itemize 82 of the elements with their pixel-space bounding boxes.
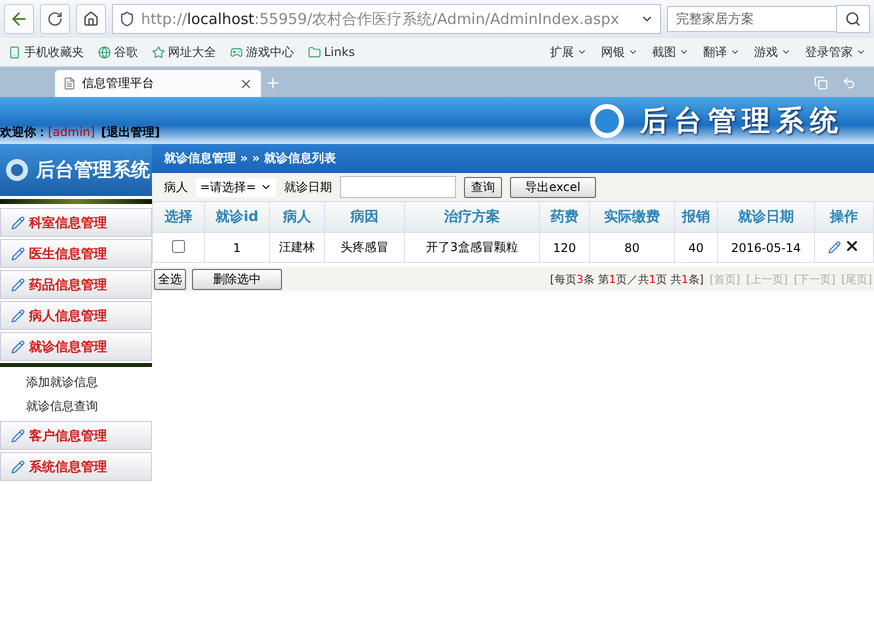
bookmark-icon: [98, 46, 111, 58]
patient-label: 病人: [164, 178, 188, 196]
column-header: 实际缴费: [590, 202, 674, 232]
bookmark-icon: [8, 46, 21, 58]
new-tab-icon: [265, 75, 281, 91]
window-icon: [814, 76, 828, 90]
document-icon: [63, 77, 76, 90]
undo-icon: [842, 76, 856, 90]
browser-tab[interactable]: 信息管理平台: [55, 70, 261, 97]
header-title: 后台管理系统: [640, 102, 844, 138]
table-cell: 80: [590, 232, 674, 262]
row-checkbox[interactable]: [172, 240, 185, 252]
bookmark-icon: [308, 46, 321, 58]
logo-icon: [4, 157, 30, 183]
toolbar-item[interactable]: 登录管家: [805, 44, 866, 60]
table-cell: 汪建林: [270, 232, 324, 262]
column-header: 就诊日期: [718, 202, 814, 232]
table-cell: 1: [204, 232, 270, 262]
bookmark-link[interactable]: Links: [308, 45, 355, 59]
menu-item[interactable]: 病人信息管理: [0, 301, 152, 330]
menu-item[interactable]: 系统信息管理: [0, 452, 152, 481]
bookmark-link[interactable]: 网址大全: [152, 44, 216, 60]
table-cell: 120: [540, 232, 590, 262]
menu-item[interactable]: 就诊信息管理: [0, 332, 152, 361]
pencil-icon: [11, 216, 25, 230]
pencil-icon: [11, 308, 25, 322]
toolbar-item[interactable]: 扩展: [550, 44, 587, 60]
bookmark-icon: [230, 46, 243, 58]
pencil-icon: [11, 428, 25, 442]
reload-icon: [47, 11, 63, 27]
toolbar-button[interactable]: 查询: [464, 176, 502, 198]
edit-icon[interactable]: [828, 241, 841, 254]
column-header: 报销: [674, 202, 718, 232]
column-header: 治疗方案: [404, 202, 540, 232]
bookmark-link[interactable]: 谷歌: [98, 44, 138, 60]
search-field[interactable]: 完整家居方案: [667, 6, 837, 32]
column-header: 药费: [540, 202, 590, 232]
bookmark-icon: [152, 46, 165, 58]
toolbar-item[interactable]: 游戏: [754, 44, 791, 60]
menu-item[interactable]: 医生信息管理: [0, 239, 152, 268]
delete-button[interactable]: 删除选中: [192, 268, 282, 290]
submenu-item[interactable]: 添加就诊信息: [0, 370, 152, 394]
table-cell: 头疼感冒: [324, 232, 404, 262]
logo-icon: [588, 102, 626, 140]
breadcrumb: 就诊信息管理 » » 就诊信息列表: [152, 144, 874, 173]
toolbar-item[interactable]: 翻译: [703, 44, 740, 60]
pencil-icon: [11, 246, 25, 260]
toolbar-item[interactable]: 网银: [601, 44, 638, 60]
menu-item[interactable]: 药品信息管理: [0, 270, 152, 299]
welcome-text: 欢迎你：[admin] [退出管理]: [0, 124, 160, 141]
pencil-icon: [11, 340, 25, 354]
submenu-item[interactable]: 就诊信息查询: [0, 394, 152, 418]
bookmark-link[interactable]: 游戏中心: [230, 44, 294, 60]
home-button[interactable]: [76, 4, 106, 34]
patient-select[interactable]: =请选择=: [196, 178, 276, 196]
pencil-icon: [11, 278, 25, 292]
column-header: 病人: [270, 202, 324, 232]
search-button[interactable]: [836, 5, 870, 33]
table-cell: 40: [674, 232, 718, 262]
back-button[interactable]: [4, 4, 34, 34]
date-label: 就诊日期: [284, 178, 332, 196]
pager-info: [每页3条 第1页／共1页 共1条]: [550, 272, 704, 286]
toolbar-button[interactable]: 导出excel: [510, 176, 596, 198]
toolbar-item[interactable]: 截图: [652, 44, 689, 60]
reload-button[interactable]: [40, 4, 70, 34]
sidebar-title: 后台管理系统: [36, 158, 150, 183]
column-header: 操作: [814, 202, 874, 232]
date-field[interactable]: [340, 176, 456, 198]
bookmark-link[interactable]: 手机收藏夹: [8, 44, 84, 60]
column-header: 选择: [152, 202, 204, 232]
home-icon: [83, 11, 99, 27]
shield-icon: [119, 11, 135, 27]
pencil-icon: [11, 460, 25, 474]
select-all-button[interactable]: 全选: [154, 268, 186, 290]
address-bar[interactable]: http://localhost:55959/农村合作医疗系统/Admin/AdminIndex.aspx: [112, 4, 661, 34]
table-cell: 开了3盒感冒颗粒: [404, 232, 540, 262]
menu-item[interactable]: 科室信息管理: [0, 208, 152, 237]
menu-item[interactable]: 客户信息管理: [0, 421, 152, 450]
search-icon: [845, 11, 861, 27]
column-header: 就诊id: [204, 202, 270, 232]
column-header: 病因: [324, 202, 404, 232]
table-cell: 2016-05-14: [718, 232, 814, 262]
